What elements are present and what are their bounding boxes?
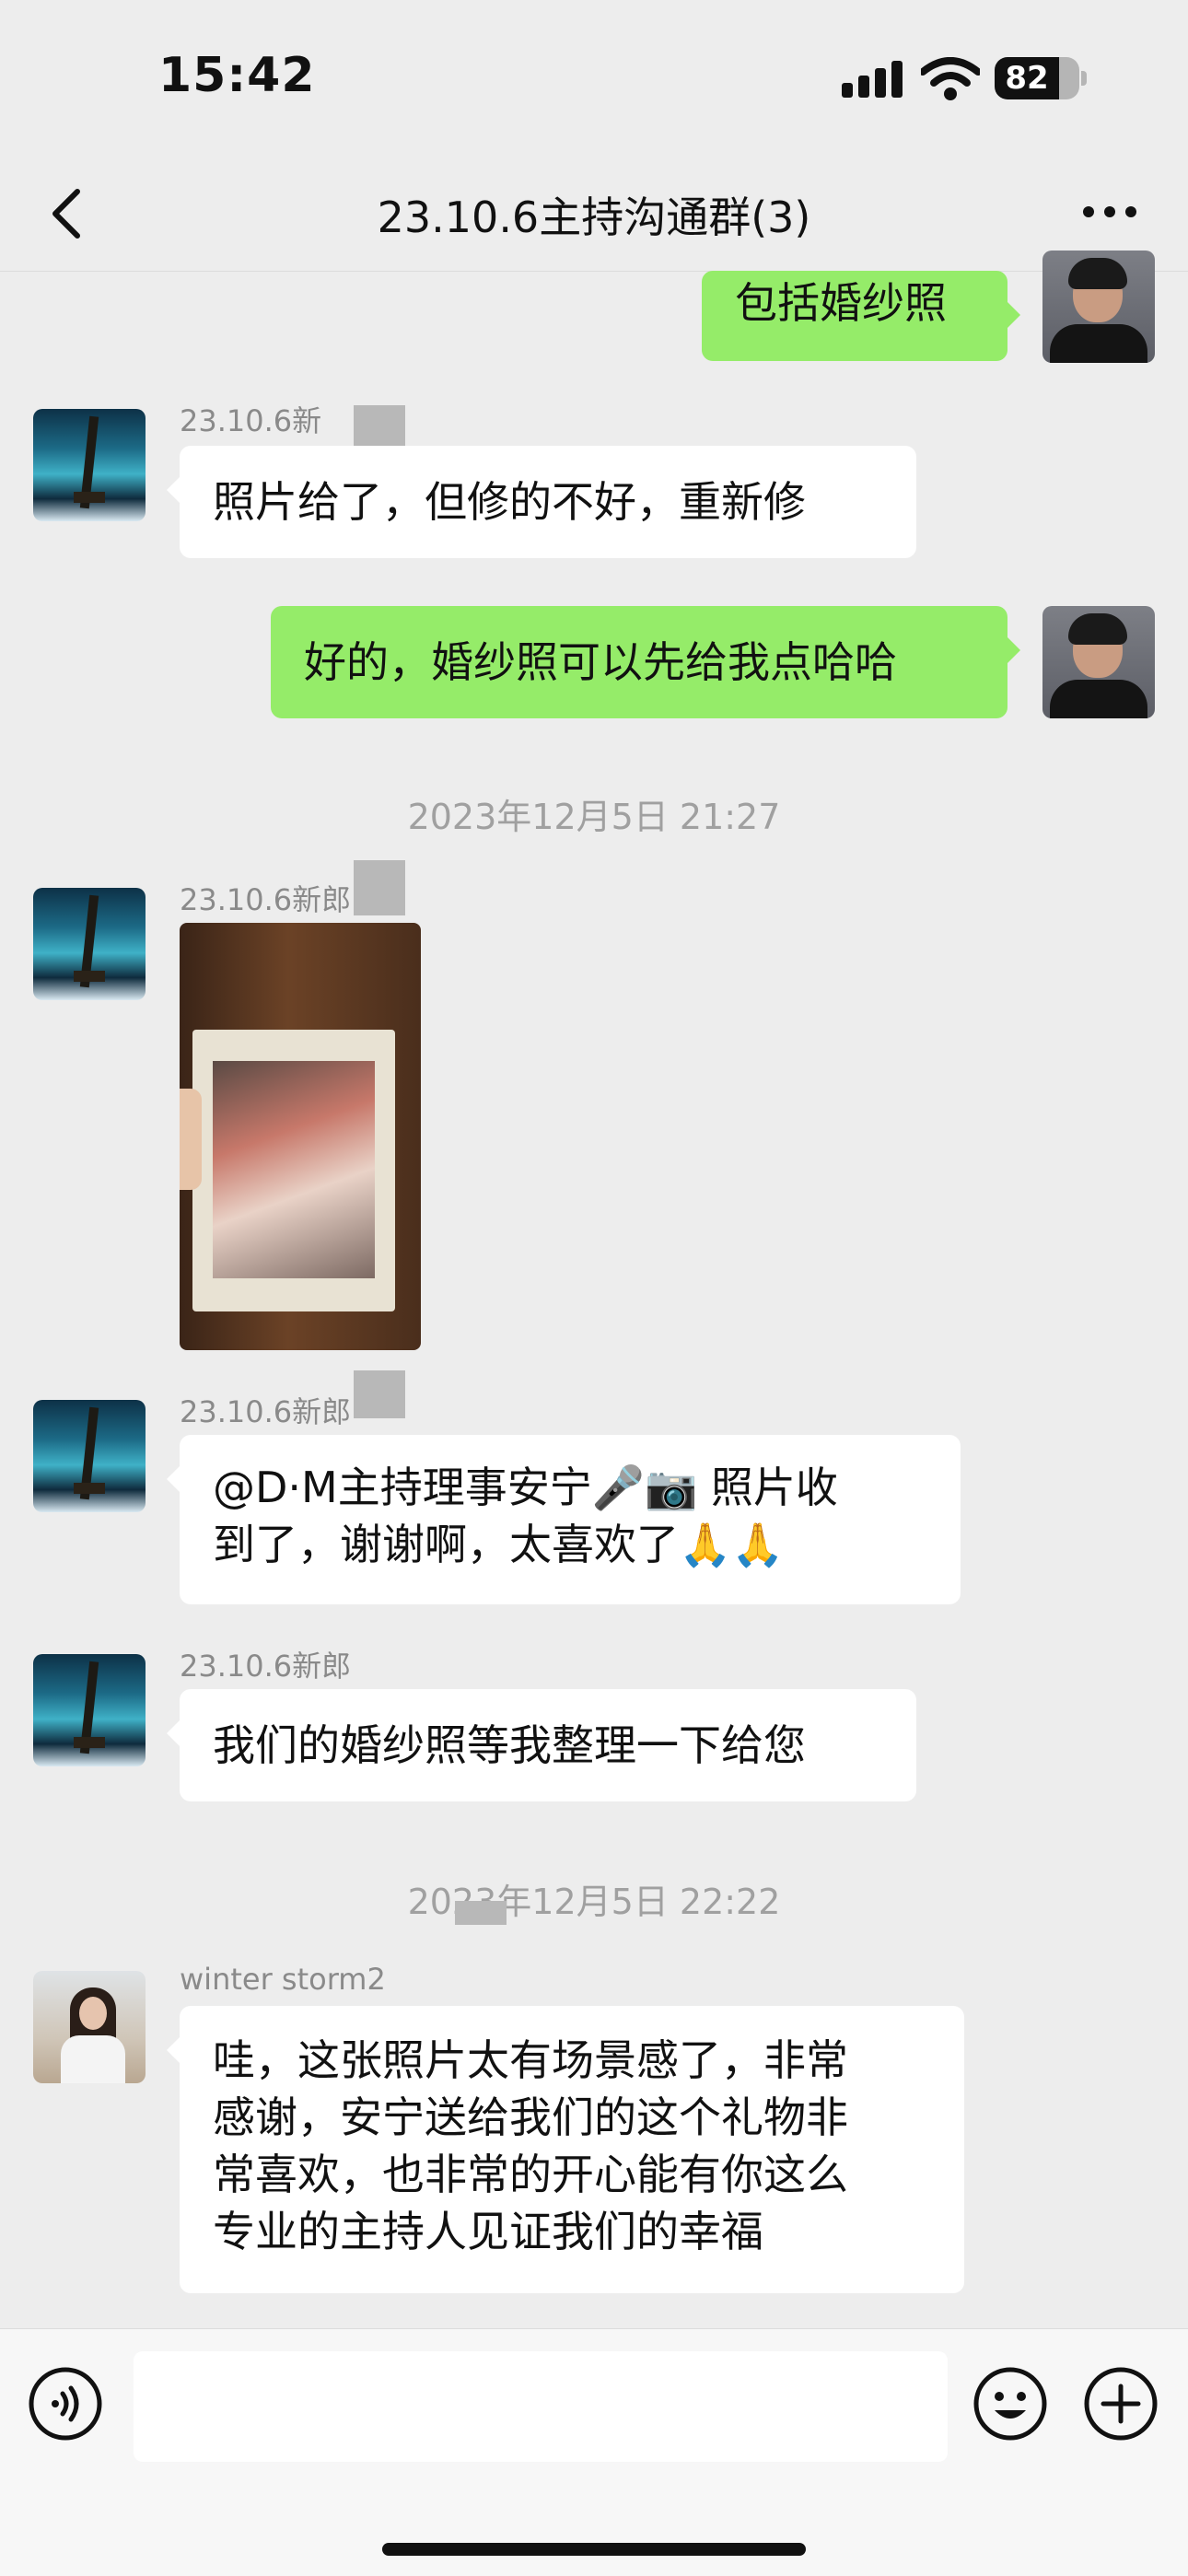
emoji-icon[interactable]: [973, 2366, 1048, 2442]
home-indicator: [382, 2543, 806, 2556]
plus-icon[interactable]: [1083, 2366, 1159, 2442]
message-bubble-outgoing[interactable]: 好的，婚纱照可以先给我点哈哈: [271, 606, 1020, 718]
battery-empty-portion: [1059, 57, 1079, 99]
chat-title: 23.10.6主持沟通群(3): [377, 192, 811, 242]
sender-name: winter storm2: [180, 1962, 386, 1997]
sender-name: 23.10.6新: [180, 403, 322, 438]
input-bar: [0, 2328, 1188, 2576]
message-text-line: 常喜欢，也非常的开心能有你这么: [213, 2150, 848, 2199]
message-input[interactable]: [134, 2351, 948, 2462]
message-text-line: 哇，这张照片太有场景感了，非常: [213, 2035, 848, 2085]
avatar-groom[interactable]: [33, 1400, 146, 1512]
redaction-block: [455, 1901, 507, 1925]
avatar-groom[interactable]: [33, 1654, 146, 1766]
signal-icon: [842, 61, 903, 98]
chat-timestamp: 2023年12月5日 22:22: [407, 1882, 781, 1922]
message-bubble-outgoing[interactable]: 包括婚纱照: [702, 271, 1020, 361]
message-text: 好的，婚纱照可以先给我点哈哈: [304, 637, 897, 687]
sender-name: 23.10.6新郎: [180, 1394, 352, 1429]
more-icon[interactable]: [1077, 193, 1142, 230]
avatar-groom[interactable]: [33, 409, 146, 521]
message-text: 包括婚纱照: [735, 278, 947, 328]
message-bubble-incoming[interactable]: @D·M主持理事安宁🎤📷 照片收 到了，谢谢啊，太喜欢了🙏🙏: [167, 1435, 961, 1604]
wifi-icon: [921, 57, 980, 100]
redaction-block: [354, 1370, 405, 1418]
message-text-line: 专业的主持人见证我们的幸福: [213, 2207, 763, 2256]
battery-level: 82: [1005, 60, 1049, 97]
message-text-line: @D·M主持理事安宁🎤📷 照片收: [213, 1463, 838, 1512]
redaction-block: [354, 860, 405, 915]
battery-cap: [1081, 71, 1087, 86]
message-bubble-incoming[interactable]: 照片给了，但修的不好，重新修: [167, 446, 916, 558]
message-bubble-incoming[interactable]: 哇，这张照片太有场景感了，非常 感谢，安宁送给我们的这个礼物非 常喜欢，也非常的…: [167, 2006, 964, 2293]
chat-timestamp: 2023年12月5日 21:27: [407, 797, 781, 837]
message-text-line: 到了，谢谢啊，太喜欢了🙏🙏: [213, 1520, 785, 1569]
avatar-bride[interactable]: [33, 1971, 146, 2083]
message-bubble-incoming[interactable]: 我们的婚纱照等我整理一下给您: [167, 1689, 916, 1801]
status-bar: 15:42 82: [0, 0, 1188, 157]
avatar-self[interactable]: [1042, 251, 1155, 363]
voice-input-icon[interactable]: [28, 2366, 103, 2442]
image-message-framed-photo[interactable]: [180, 923, 421, 1350]
status-time: 15:42: [158, 48, 316, 103]
message-text: 我们的婚纱照等我整理一下给您: [213, 1720, 806, 1770]
sender-name: 23.10.6新郎: [180, 1649, 352, 1684]
avatar-groom[interactable]: [33, 888, 146, 1000]
avatar-self[interactable]: [1042, 606, 1155, 718]
message-text: 照片给了，但修的不好，重新修: [213, 477, 806, 527]
chat-header: 23.10.6主持沟通群(3): [0, 157, 1188, 272]
sender-name: 23.10.6新郎: [180, 882, 352, 917]
message-text-line: 感谢，安宁送给我们的这个礼物非: [213, 2092, 848, 2142]
